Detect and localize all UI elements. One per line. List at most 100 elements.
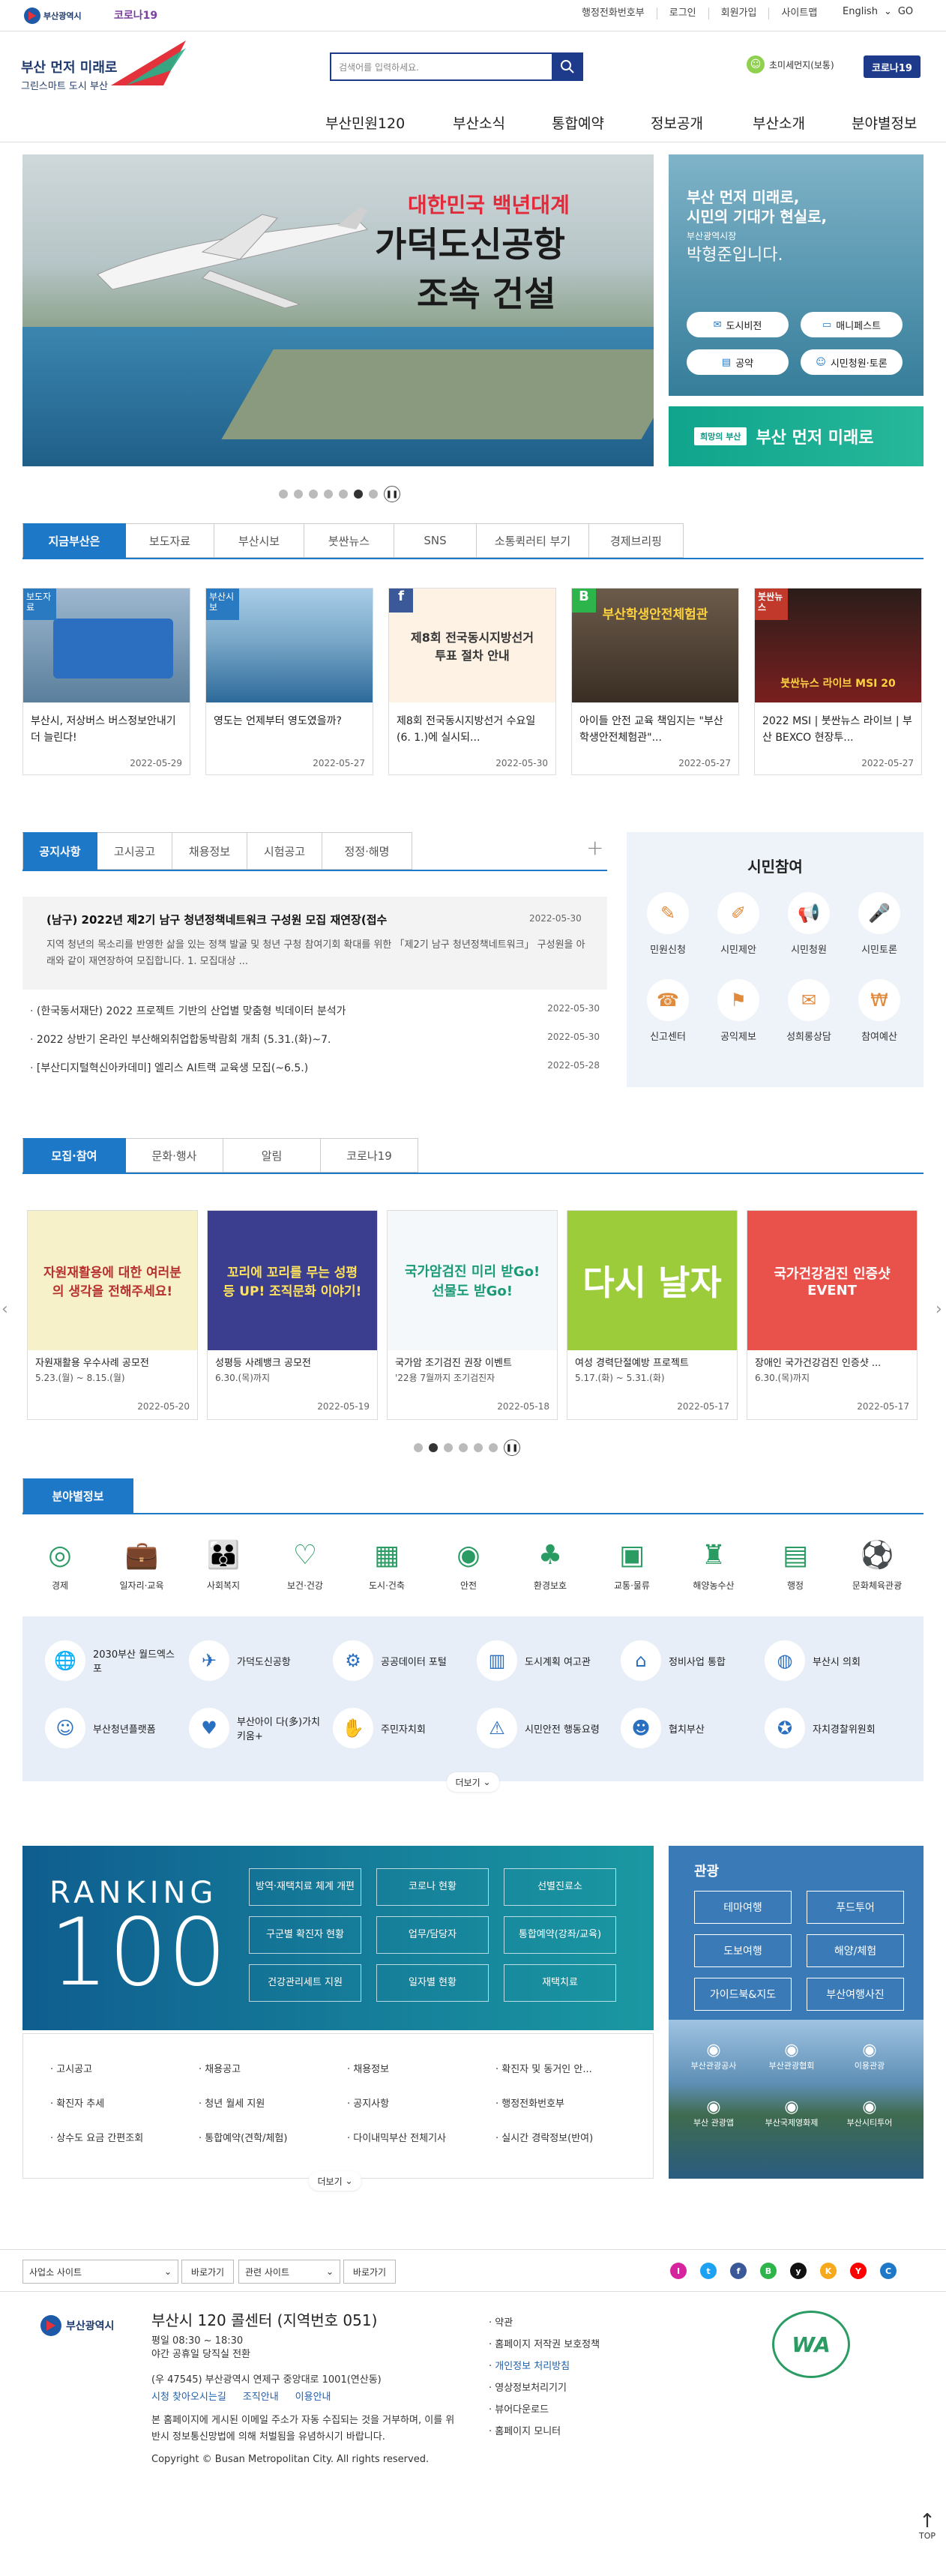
category-item[interactable]: ▤ 행정 [758, 1534, 833, 1592]
pagination-dot[interactable] [369, 490, 378, 499]
tab-exam[interactable]: 시험공고 [247, 832, 322, 870]
ranking-link[interactable]: · 실시간 경락정보(반여) [495, 2130, 635, 2144]
pagination-dot[interactable] [489, 1443, 498, 1452]
category-item[interactable]: ◎ 경제 [22, 1534, 97, 1592]
pagination-dot[interactable] [474, 1443, 483, 1452]
ranking-link[interactable]: · 다이내믹부산 전체기사 [347, 2130, 486, 2144]
top-link-signup[interactable]: 회원가입 [708, 7, 769, 19]
service-item[interactable]: ☺ 부산청년플랫폼 [45, 1708, 180, 1748]
nav-item-reservation[interactable]: 통합예약 [552, 112, 604, 133]
category-item[interactable]: ▣ 교통·물류 [594, 1534, 669, 1592]
radio-icon[interactable]: C [880, 2263, 897, 2279]
tab-community[interactable]: 소통퀵러티 부기 [477, 523, 589, 558]
recruit-card[interactable]: 국가건강검진 인증샷 EVENT 장애인 국가건강검진 인증샷 ... 6.30… [747, 1210, 918, 1420]
corona-link[interactable]: 코로나19 [114, 7, 157, 22]
tab-recruitment[interactable]: 채용정보 [172, 832, 247, 870]
pagination-dot[interactable] [339, 490, 348, 499]
ranking-link[interactable]: · 청년 월세 지원 [199, 2095, 338, 2110]
affiliate-site-select[interactable]: 사업소 사이트 ⌄ [22, 2260, 178, 2284]
top-button[interactable]: ↑ TOP [919, 2512, 936, 2541]
service-item[interactable]: 🌐 2030부산 월드엑스포 [45, 1640, 180, 1681]
category-item[interactable]: ▦ 도시·건축 [349, 1534, 424, 1592]
petition-button[interactable]: ☺ 시민청원·토론 [801, 349, 903, 375]
corona-button[interactable]: 코로나19 [864, 55, 921, 78]
service-item[interactable]: ☻ 협치부산 [621, 1708, 756, 1748]
civic-item[interactable]: ✐ 시민제안 [705, 892, 772, 956]
top-link-sitemap[interactable]: 사이트맵 [768, 7, 829, 19]
tour-link[interactable]: ◉ 부산시티투어 [840, 2098, 900, 2128]
tab-culture[interactable]: 문화·행사 [126, 1138, 223, 1173]
related-go-button[interactable]: 바로가기 [343, 2260, 396, 2284]
featured-notice[interactable]: (남구) 2022년 제2기 남구 청년정책네트워크 구성원 모집 재연장(접수… [22, 897, 607, 990]
policy-link[interactable]: · 뷰어다운로드 [489, 2399, 600, 2421]
recruit-card[interactable]: 자원재활용에 대한 여러분의 생각을 전해주세요! 자원재활용 우수사례 공모전… [27, 1210, 198, 1420]
youtube-icon[interactable]: Y [850, 2263, 867, 2279]
hero-banner[interactable]: 대한민국 백년대계 가덕도신공항 조속 건설 [22, 154, 654, 466]
service-item[interactable]: ⌂ 정비사업 통합 [621, 1640, 756, 1681]
pagination-dot[interactable] [294, 490, 303, 499]
manifesto-button[interactable]: ▭ 매니페스트 [801, 312, 903, 337]
tab-correction[interactable]: 정정·해명 [322, 832, 412, 870]
pagination-dot[interactable] [324, 490, 333, 499]
policy-link[interactable]: · 영상정보처리기기 [489, 2377, 600, 2399]
pagination-dot[interactable] [459, 1443, 468, 1452]
ranking-link[interactable]: · 확진자 및 동거인 안... [495, 2061, 635, 2075]
ranking-button[interactable]: 방역·재택치료 체계 개편 [249, 1868, 361, 1906]
ranking-link[interactable]: · 확진자 추세 [50, 2095, 190, 2110]
blog-icon[interactable]: B [760, 2263, 777, 2279]
affiliate-go-button[interactable]: 바로가기 [181, 2260, 234, 2284]
ranking-button[interactable]: 코로나 현황 [376, 1868, 489, 1906]
nav-item-field[interactable]: 분야별정보 [852, 112, 917, 133]
policy-link[interactable]: · 홈페이지 모니터 [489, 2421, 600, 2443]
pause-icon[interactable]: ❚❚ [384, 486, 400, 502]
ranking-link[interactable]: · 행정전화번호부 [495, 2095, 635, 2110]
tab-economy[interactable]: 경제브리핑 [589, 523, 684, 558]
tour-button[interactable]: 부산여행사진 [807, 1978, 904, 2011]
pagination-dot[interactable] [309, 490, 318, 499]
civic-item[interactable]: 🎤 시민토론 [846, 892, 913, 956]
tiktok-icon[interactable]: y [790, 2263, 807, 2279]
pledge-button[interactable]: ▤ 공약 [687, 349, 789, 375]
pagination-dot[interactable] [414, 1443, 423, 1452]
category-item[interactable]: 💼 일자리·교육 [104, 1534, 179, 1592]
category-item[interactable]: ♜ 해양농수산 [676, 1534, 751, 1592]
category-item[interactable]: ♣ 환경보호 [513, 1534, 588, 1592]
nav-item-civil[interactable]: 부산민원120 [325, 112, 405, 133]
service-item[interactable]: ✈ 가덕도신공항 [189, 1640, 324, 1681]
civic-item[interactable]: ⚑ 공익제보 [705, 979, 772, 1043]
air-quality[interactable]: ☺ 초미세먼지(보통) [747, 55, 834, 73]
pagination-dot[interactable] [444, 1443, 453, 1452]
policy-link[interactable]: · 개인정보 처리방침 [489, 2356, 600, 2377]
tab-bulletin[interactable]: 부산시보 [214, 523, 304, 558]
organization-link[interactable]: 조직안내 [243, 2389, 279, 2403]
tour-button[interactable]: 푸드투어 [807, 1891, 904, 1924]
slogan-banner[interactable]: 희망의 부산 부산 먼저 미래로 [669, 406, 924, 466]
notice-item[interactable]: · 2022 상반기 온라인 부산해외취업합동박람회 개최 (5.31.(화)~… [30, 1032, 600, 1060]
news-card[interactable]: 보도자료 부산시, 저상버스 버스정보안내기 더 늘린다! 2022-05-29 [22, 588, 190, 775]
kakao-icon[interactable]: K [820, 2263, 837, 2279]
more-plus-icon[interactable]: + [586, 835, 603, 860]
tab-alert[interactable]: 알림 [223, 1138, 321, 1173]
category-item[interactable]: ⚽ 문화체육관광 [840, 1534, 915, 1592]
ranking-button[interactable]: 건강관리세트 지원 [249, 1964, 361, 2002]
recruit-card[interactable]: 꼬리에 꼬리를 무는 성평등 UP! 조직문화 이야기! 성평등 사례뱅크 공모… [207, 1210, 378, 1420]
ranking-button[interactable]: 선별진료소 [504, 1868, 616, 1906]
service-item[interactable]: ⚠ 시민안전 행동요령 [477, 1708, 612, 1748]
ranking-link[interactable]: · 상수도 요금 간편조회 [50, 2130, 190, 2144]
tab-busan-news[interactable]: 붓싼뉴스 [304, 523, 394, 558]
category-item[interactable]: ♡ 보건·건강 [268, 1534, 343, 1592]
tour-link[interactable]: ◉ 부산국제영화제 [762, 2098, 822, 2128]
tab-press[interactable]: 보도자료 [126, 523, 214, 558]
tab-now-busan[interactable]: 지금부산은 [22, 523, 126, 558]
guide-link[interactable]: 이용안내 [295, 2389, 331, 2403]
pause-icon[interactable]: ❚❚ [504, 1439, 520, 1456]
notice-item[interactable]: · (한국동서재단) 2022 프로젝트 기반의 산업별 맞춤형 빅데이터 분석… [30, 1003, 600, 1032]
nav-item-disclosure[interactable]: 정보공개 [651, 112, 703, 133]
ranking-link[interactable]: · 공지사항 [347, 2095, 486, 2110]
service-item[interactable]: ⚙ 공공데이터 포털 [333, 1640, 468, 1681]
directions-link[interactable]: 시청 찾아오시는길 [151, 2389, 226, 2403]
news-card[interactable]: 부산시보 영도는 언제부터 영도였을까? 2022-05-27 [205, 588, 373, 775]
instagram-icon[interactable]: I [670, 2263, 687, 2279]
ranking-button[interactable]: 재택치료 [504, 1964, 616, 2002]
nav-item-news[interactable]: 부산소식 [453, 112, 505, 133]
